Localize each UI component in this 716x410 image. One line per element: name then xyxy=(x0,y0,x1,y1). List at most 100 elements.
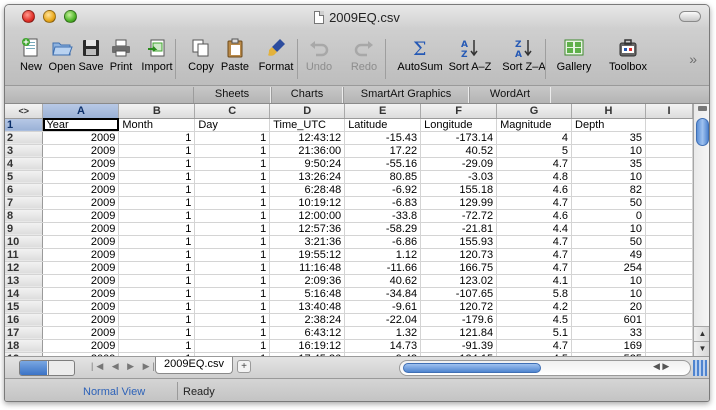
cell-e2[interactable]: -15.43 xyxy=(344,131,422,145)
cell-c15[interactable]: 1 xyxy=(194,300,271,314)
toolbar-floppy-disk-button[interactable]: Save xyxy=(75,37,107,73)
row-header[interactable]: 15 xyxy=(5,300,44,314)
toolbar-overflow-chevron-icon[interactable]: » xyxy=(689,51,697,67)
cell-i5[interactable] xyxy=(645,170,693,184)
cell-f4[interactable]: -29.09 xyxy=(420,157,498,171)
cell-a6[interactable]: 2009 xyxy=(42,183,120,197)
cell-g10[interactable]: 4.7 xyxy=(496,235,573,249)
cell-h16[interactable]: 601 xyxy=(571,313,646,327)
cell-d5[interactable]: 13:26:24 xyxy=(269,170,346,184)
cell-b13[interactable]: 1 xyxy=(118,274,196,288)
cell-e5[interactable]: 80.85 xyxy=(344,170,422,184)
cell-e12[interactable]: -11.66 xyxy=(344,261,422,275)
column-header-g[interactable]: G xyxy=(496,104,573,119)
row-header[interactable]: 9 xyxy=(5,222,44,236)
cell-i15[interactable] xyxy=(645,300,693,314)
cell-i14[interactable] xyxy=(645,287,693,301)
cell-b5[interactable]: 1 xyxy=(118,170,196,184)
cell-g16[interactable]: 4.5 xyxy=(496,313,573,327)
cell-e8[interactable]: -33.8 xyxy=(344,209,422,223)
cell-g7[interactable]: 4.7 xyxy=(496,196,573,210)
cell-a16[interactable]: 2009 xyxy=(42,313,120,327)
cell-i2[interactable] xyxy=(645,131,693,145)
cell-a9[interactable]: 2009 xyxy=(42,222,120,236)
row-header[interactable]: 13 xyxy=(5,274,44,288)
cell-c1[interactable]: Day xyxy=(194,118,271,132)
cell-d13[interactable]: 2:09:36 xyxy=(269,274,346,288)
cell-a18[interactable]: 2009 xyxy=(42,339,120,353)
cell-g1[interactable]: Magnitude xyxy=(496,118,573,132)
cell-b8[interactable]: 1 xyxy=(118,209,196,223)
column-header-h[interactable]: H xyxy=(571,104,646,119)
toolbar-paintbrush-button[interactable]: Format xyxy=(253,37,299,73)
cell-e1[interactable]: Latitude xyxy=(344,118,422,132)
cell-d10[interactable]: 3:21:36 xyxy=(269,235,346,249)
cell-c13[interactable]: 1 xyxy=(194,274,271,288)
column-header-a[interactable]: A xyxy=(42,104,120,119)
cell-g15[interactable]: 4.2 xyxy=(496,300,573,314)
cell-f2[interactable]: -173.14 xyxy=(420,131,498,145)
row-header[interactable]: 10 xyxy=(5,235,44,249)
cell-c9[interactable]: 1 xyxy=(194,222,271,236)
tab-sheets[interactable]: Sheets xyxy=(193,87,271,103)
cell-d14[interactable]: 5:16:48 xyxy=(269,287,346,301)
cell-d8[interactable]: 12:00:00 xyxy=(269,209,346,223)
toolbar-import-button[interactable]: Import xyxy=(135,37,179,73)
row-header[interactable]: 5 xyxy=(5,170,44,184)
row-header[interactable]: 12 xyxy=(5,261,44,275)
cell-e10[interactable]: -6.86 xyxy=(344,235,422,249)
cell-f13[interactable]: 123.02 xyxy=(420,274,498,288)
column-header-i[interactable]: I xyxy=(645,104,693,119)
row-header[interactable]: 18 xyxy=(5,339,44,353)
cell-d7[interactable]: 10:19:12 xyxy=(269,196,346,210)
cell-i6[interactable] xyxy=(645,183,693,197)
row-header[interactable]: 8 xyxy=(5,209,44,223)
cell-a11[interactable]: 2009 xyxy=(42,248,120,262)
cell-b12[interactable]: 1 xyxy=(118,261,196,275)
split-handle[interactable] xyxy=(698,106,707,111)
cell-c17[interactable]: 1 xyxy=(194,326,271,340)
cell-h2[interactable]: 35 xyxy=(571,131,646,145)
cell-c14[interactable]: 1 xyxy=(194,287,271,301)
cell-b7[interactable]: 1 xyxy=(118,196,196,210)
cell-c18[interactable]: 1 xyxy=(194,339,271,353)
cell-i16[interactable] xyxy=(645,313,693,327)
cell-b11[interactable]: 1 xyxy=(118,248,196,262)
cell-c2[interactable]: 1 xyxy=(194,131,271,145)
cell-f7[interactable]: 129.99 xyxy=(420,196,498,210)
cell-e16[interactable]: -22.04 xyxy=(344,313,422,327)
cell-i3[interactable] xyxy=(645,144,693,158)
cell-a15[interactable]: 2009 xyxy=(42,300,120,314)
row-header[interactable]: 3 xyxy=(5,144,44,158)
cell-b3[interactable]: 1 xyxy=(118,144,196,158)
page-layout-view-icon[interactable] xyxy=(48,361,74,375)
cell-c3[interactable]: 1 xyxy=(194,144,271,158)
cell-c7[interactable]: 1 xyxy=(194,196,271,210)
cell-e17[interactable]: 1.32 xyxy=(344,326,422,340)
vertical-scroll-thumb[interactable] xyxy=(696,118,709,146)
cell-i1[interactable] xyxy=(645,118,693,132)
cell-c16[interactable]: 1 xyxy=(194,313,271,327)
cell-f15[interactable]: 120.72 xyxy=(420,300,498,314)
cell-g18[interactable]: 4.7 xyxy=(496,339,573,353)
cell-h10[interactable]: 50 xyxy=(571,235,646,249)
cell-g8[interactable]: 4.6 xyxy=(496,209,573,223)
row-header[interactable]: 4 xyxy=(5,157,44,171)
tab-smartart-graphics[interactable]: SmartArt Graphics xyxy=(343,87,469,103)
cell-h12[interactable]: 254 xyxy=(571,261,646,275)
cell-f9[interactable]: -21.81 xyxy=(420,222,498,236)
sheet-nav-arrows-icon[interactable]: |◀ ◀ ▶ ▶| xyxy=(91,361,158,372)
column-header-d[interactable]: D xyxy=(269,104,346,119)
toolbar-gallery-button[interactable]: Gallery xyxy=(551,37,597,73)
cell-e11[interactable]: 1.12 xyxy=(344,248,422,262)
cell-e18[interactable]: 14.73 xyxy=(344,339,422,353)
cell-h6[interactable]: 82 xyxy=(571,183,646,197)
cell-f5[interactable]: -3.03 xyxy=(420,170,498,184)
cell-b15[interactable]: 1 xyxy=(118,300,196,314)
cell-f3[interactable]: 40.52 xyxy=(420,144,498,158)
cell-b18[interactable]: 1 xyxy=(118,339,196,353)
tab-wordart[interactable]: WordArt xyxy=(469,87,551,103)
cell-a10[interactable]: 2009 xyxy=(42,235,120,249)
cell-h8[interactable]: 0 xyxy=(571,209,646,223)
cell-f17[interactable]: 121.84 xyxy=(420,326,498,340)
